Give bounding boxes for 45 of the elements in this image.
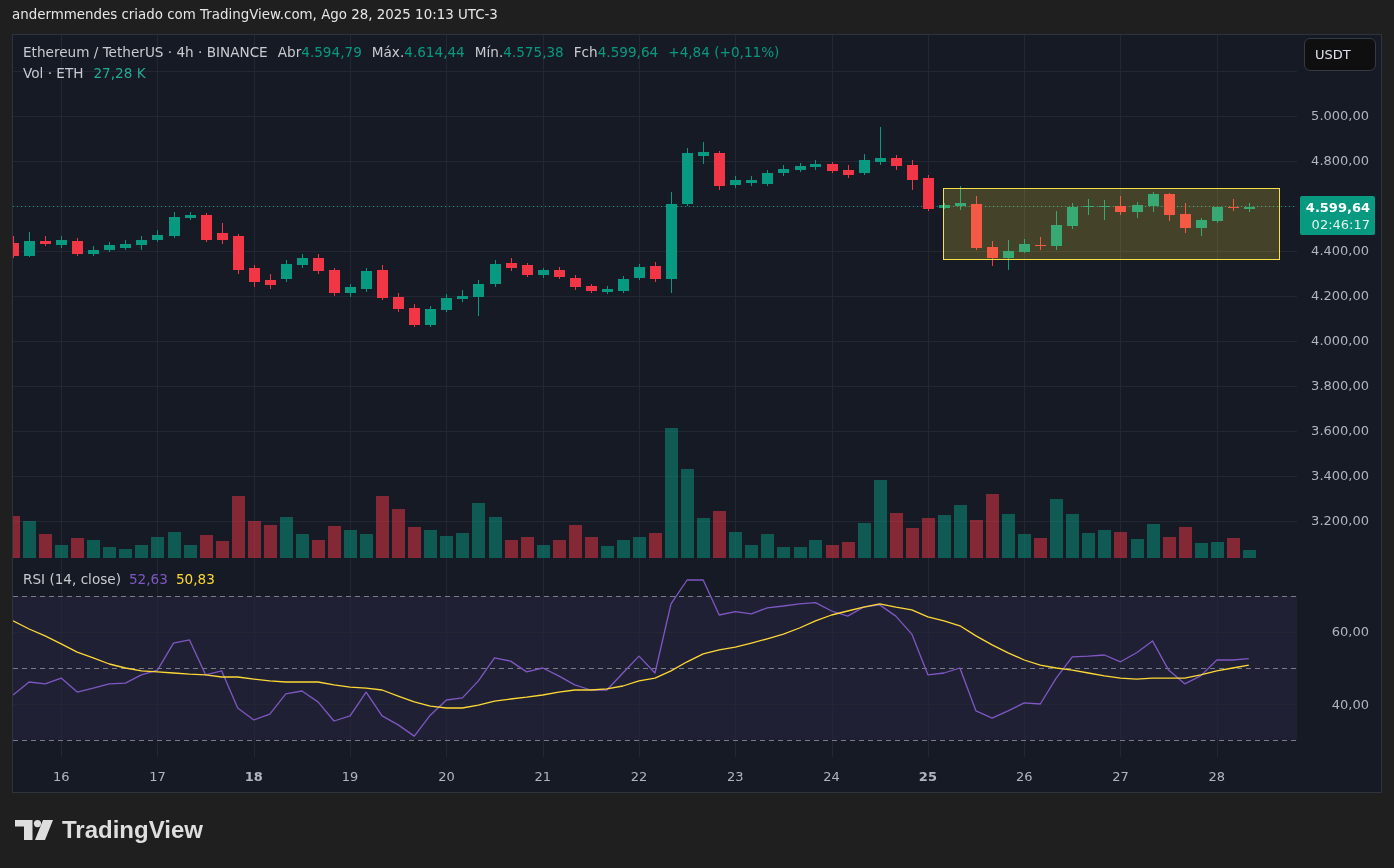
time-axis-label: 22 xyxy=(630,769,648,784)
volume-value: 27,28 K xyxy=(93,64,146,83)
price-axis-label: 5.000,00 xyxy=(1311,108,1369,123)
ohlc-label: Máx. xyxy=(371,43,405,62)
ohlc-value: 4.599,64 xyxy=(597,43,659,62)
time-axis-label: 26 xyxy=(1015,769,1033,784)
price-axis-label: 4.200,00 xyxy=(1311,288,1369,303)
time-axis-label: 21 xyxy=(534,769,551,784)
currency-button[interactable]: USDT xyxy=(1304,38,1376,71)
time-axis-label: 23 xyxy=(727,769,744,784)
time-axis-label: 20 xyxy=(438,769,455,784)
ohlc-label: Mín. xyxy=(474,43,504,62)
price-axis-label: 3.800,00 xyxy=(1311,378,1369,393)
time-axis-label: 17 xyxy=(149,769,166,784)
ohlc-label: Abr xyxy=(277,43,302,62)
rsi-average-value: 50,83 xyxy=(175,570,215,589)
symbol-title: Ethereum / TetherUS · 4h · BINANCE xyxy=(23,43,268,62)
ohlc-label: Fch xyxy=(573,43,598,62)
logo-icon xyxy=(15,820,53,840)
time-axis-label: 28 xyxy=(1208,769,1226,784)
ohlc-value: 4.614,44 xyxy=(404,43,465,62)
time-axis-label: 16 xyxy=(52,769,70,784)
logo-text: TradingView xyxy=(62,818,203,842)
price-axis-label: 3.600,00 xyxy=(1311,423,1369,438)
price-axis-label: 3.400,00 xyxy=(1311,468,1369,483)
rsi-value: 52,63 xyxy=(128,570,168,589)
ohlc-value: 4.594,79 xyxy=(301,43,362,62)
rsi-axis-label: 60,00 xyxy=(1331,624,1369,640)
countdown-text: 02:46:17 xyxy=(1311,215,1370,233)
time-axis-label: 19 xyxy=(341,769,359,784)
time-axis-label: 25 xyxy=(918,769,937,784)
rsi-axis-label: 40,00 xyxy=(1331,696,1369,712)
time-axis-label: 27 xyxy=(1112,769,1129,784)
price-axis-label: 4.400,00 xyxy=(1311,243,1369,258)
price-axis-label: 4.000,00 xyxy=(1311,333,1369,348)
volume-label: Vol · ETH xyxy=(23,64,84,83)
attribution-text: andermmendes criado com TradingView.com, Ago 28, 2025 10:13 UTC-3 xyxy=(12,7,498,22)
price-change-text: +4,84 (+0,11%) xyxy=(668,43,780,62)
time-axis-label: 24 xyxy=(823,769,840,784)
time-axis-label: 18 xyxy=(244,769,263,784)
last-price-text: 4.599,64 xyxy=(1305,198,1370,216)
rsi-title: RSI (14, close) xyxy=(23,570,121,589)
ohlc-value: 4.575,38 xyxy=(503,43,564,62)
price-axis-label: 4.800,00 xyxy=(1311,153,1369,168)
price-axis-label: 3.200,00 xyxy=(1311,513,1369,528)
